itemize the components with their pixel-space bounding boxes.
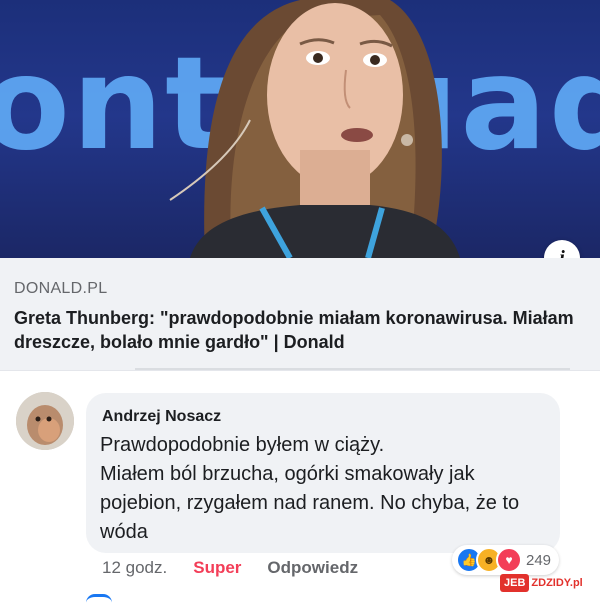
comment-actions: 12 godz. Super Odpowiedz xyxy=(102,556,358,580)
reaction-summary[interactable]: 👍 ☻ ♥ 249 xyxy=(452,545,560,575)
love-icon: ♥ xyxy=(496,547,522,573)
watermark-right: ZDZIDY.pl xyxy=(531,577,583,589)
link-meta[interactable]: DONALD.PL Greta Thunberg: "prawdopodobni… xyxy=(14,280,584,354)
link-preview-card[interactable]: ontinuad xyxy=(0,0,600,371)
link-headline[interactable]: Greta Thunberg: "prawdopodobnie miałam k… xyxy=(14,306,584,354)
reaction-button[interactable]: Super xyxy=(193,558,241,578)
reply-button[interactable]: Odpowiedz xyxy=(267,558,358,578)
watermark-logo: JEB ZDZIDY.pl xyxy=(500,572,596,594)
link-source: DONALD.PL xyxy=(14,280,108,297)
watermark-left: JEB xyxy=(500,574,530,592)
reaction-count: 249 xyxy=(526,551,552,569)
next-comment-peek xyxy=(86,594,112,603)
divider xyxy=(135,368,570,370)
comment-bubble[interactable]: Andrzej Nosacz Prawdopodobnie byłem w ci… xyxy=(86,393,560,553)
avatar[interactable] xyxy=(16,392,74,450)
portrait-illustration xyxy=(169,0,460,258)
avatar-image xyxy=(16,392,74,450)
comment-text: Prawdopodobnie byłem w ciąży. Miałem ból… xyxy=(100,434,520,543)
comment-timestamp[interactable]: 12 godz. xyxy=(102,558,167,578)
article-image[interactable]: ontinuad xyxy=(0,0,600,258)
comment-author[interactable]: Andrzej Nosacz xyxy=(102,408,221,426)
